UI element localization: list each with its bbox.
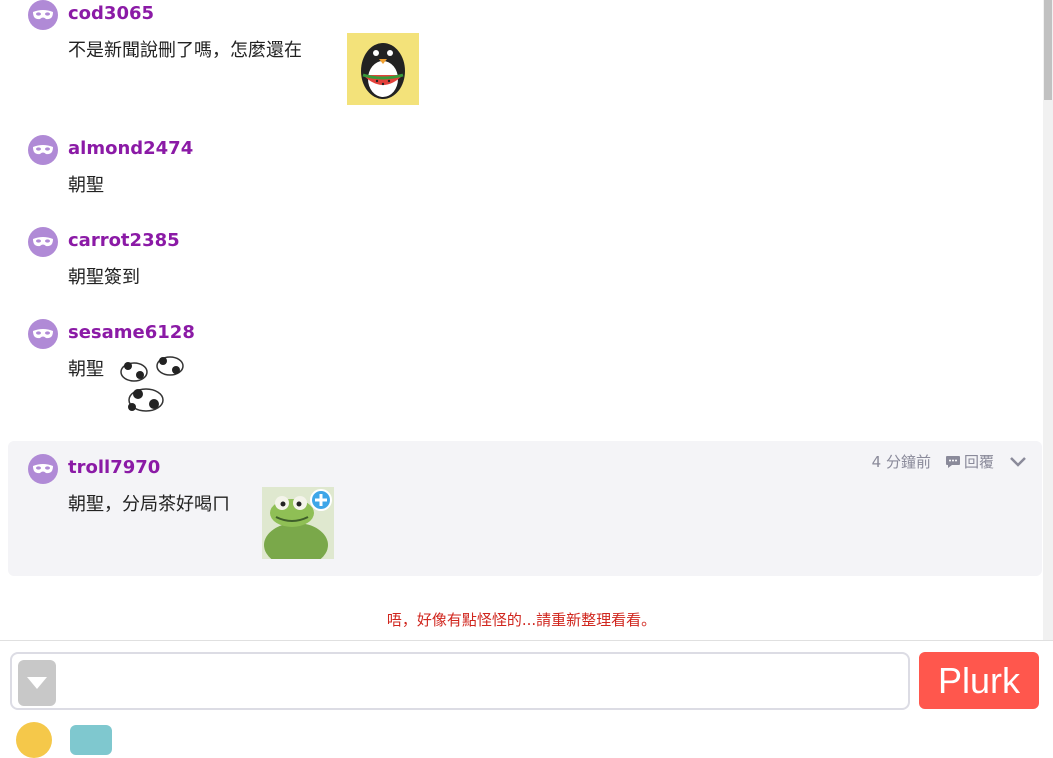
- error-message: 唔，好像有點怪怪的...請重新整理看看。: [386, 611, 657, 629]
- scrollbar[interactable]: [1043, 0, 1053, 640]
- add-emoticon-icon[interactable]: [310, 489, 332, 511]
- reply-button[interactable]: 回覆: [945, 451, 994, 472]
- anonymous-mask-avatar[interactable]: [28, 0, 58, 30]
- response-input[interactable]: [10, 652, 910, 710]
- anonymous-mask-avatar[interactable]: [28, 227, 58, 257]
- response-item: cod3065 不是新聞說刪了嗎，怎麼還在: [8, 0, 1042, 120]
- response-item: almond2474 朝聖: [8, 135, 1042, 205]
- response-text: 朝聖，分局茶好喝ㄇ: [68, 494, 230, 515]
- user-avatar[interactable]: [16, 722, 52, 758]
- username-link[interactable]: almond2474: [68, 138, 193, 159]
- response-text: 不是新聞說刪了嗎，怎麼還在: [68, 40, 302, 61]
- username-link[interactable]: carrot2385: [68, 230, 180, 251]
- speech-bubble-icon: [945, 455, 960, 468]
- anonymous-mask-avatar[interactable]: [28, 135, 58, 165]
- qualifier-dropdown-button[interactable]: [18, 660, 56, 706]
- timestamp: 4 分鐘前: [871, 453, 931, 471]
- response-text: 朝聖: [68, 175, 104, 196]
- username-link[interactable]: cod3065: [68, 3, 154, 24]
- divider: [0, 640, 1053, 641]
- plurk-submit-button[interactable]: Plurk: [919, 652, 1039, 709]
- scrollbar-thumb[interactable]: [1044, 0, 1052, 100]
- response-text: 朝聖簽到: [68, 267, 140, 288]
- response-item: carrot2385 朝聖簽到: [8, 227, 1042, 297]
- response-list: cod3065 不是新聞說刪了嗎，怎麼還在 almond2474 朝聖 carr…: [0, 0, 1043, 640]
- response-item: sesame6128 朝聖: [8, 319, 1042, 419]
- penguin-watermelon-emoticon: [347, 33, 419, 105]
- response-meta: 4 分鐘前 回覆: [872, 451, 1028, 472]
- panda-emoticon: [118, 354, 188, 416]
- anonymous-mask-avatar[interactable]: [28, 319, 58, 349]
- reply-label: 回覆: [963, 453, 994, 471]
- username-link[interactable]: sesame6128: [68, 322, 195, 343]
- image-upload-icon[interactable]: [70, 725, 112, 755]
- kermit-frog-emoticon: [262, 487, 334, 559]
- response-item-highlighted: troll7970 朝聖，分局茶好喝ㄇ 4 分鐘前 回覆: [8, 441, 1042, 576]
- username-link[interactable]: troll7970: [68, 457, 160, 478]
- chevron-down-icon[interactable]: [1008, 455, 1028, 469]
- anonymous-mask-avatar[interactable]: [28, 454, 58, 484]
- triangle-down-icon: [27, 677, 47, 689]
- response-text: 朝聖: [68, 359, 104, 380]
